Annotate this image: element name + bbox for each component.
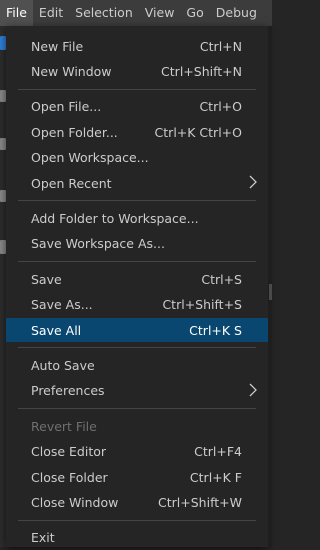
menu-item-shortcut: Ctrl+Shift+N — [161, 63, 242, 79]
menubar-file[interactable]: File — [0, 0, 33, 26]
menu-item-label: Save — [31, 271, 62, 287]
menu-item-shortcut: Ctrl+K S — [189, 322, 242, 338]
menu-item-open-recent[interactable]: Open Recent — [6, 171, 268, 195]
menu-item-revert-file: Revert File — [6, 414, 268, 438]
menu-item-label: New Window — [31, 63, 112, 79]
chevron-right-icon — [249, 175, 257, 189]
menu-item-shortcut: Ctrl+S — [201, 271, 242, 287]
menu-item-label: Close Folder — [31, 469, 108, 485]
menubar-go[interactable]: Go — [180, 0, 209, 26]
menu-item-label: Open Folder... — [31, 124, 118, 140]
menu-item-label: Exit — [31, 530, 55, 546]
menu-item-label: Open Recent — [31, 175, 112, 191]
menu-item-label: Save Workspace As... — [31, 236, 165, 252]
menu-item-open-folder[interactable]: Open Folder... Ctrl+K Ctrl+O — [6, 120, 268, 144]
menu-item-add-folder-to-workspace[interactable]: Add Folder to Workspace... — [6, 206, 268, 230]
scrollbar-thumb[interactable] — [269, 284, 272, 300]
menu-item-close-folder[interactable]: Close Folder Ctrl+K F — [6, 465, 268, 489]
menu-item-shortcut: Ctrl+Shift+S — [162, 297, 242, 313]
menu-item-shortcut: Ctrl+O — [199, 99, 242, 115]
menu-item-label: Close Window — [31, 494, 119, 510]
menu-item-new-file[interactable]: New File Ctrl+N — [6, 34, 268, 58]
menubar-edit[interactable]: Edit — [33, 0, 69, 26]
menu-item-label: New File — [31, 38, 84, 54]
menu-item-label: Open File... — [31, 99, 102, 115]
menu-item-shortcut: Ctrl+Shift+W — [158, 494, 242, 510]
menu-separator — [18, 408, 256, 410]
menubar-view[interactable]: View — [139, 0, 181, 26]
file-menu-dropdown: New File Ctrl+N New Window Ctrl+Shift+N Open… — [6, 26, 268, 547]
menu-item-shortcut: Ctrl+K Ctrl+O — [154, 124, 242, 140]
menu-item-preferences[interactable]: Preferences — [6, 379, 268, 403]
menu-separator — [18, 261, 256, 263]
menu-item-save-all[interactable]: Save All Ctrl+K S — [6, 318, 268, 342]
menu-item-label: Add Folder to Workspace... — [31, 210, 199, 226]
menu-item-shortcut: Ctrl+K F — [189, 469, 242, 485]
menu-item-save-as[interactable]: Save As... Ctrl+Shift+S — [6, 293, 268, 317]
chevron-right-icon — [249, 383, 257, 397]
menu-item-label: Save All — [31, 322, 82, 338]
menu-item-label: Preferences — [31, 383, 105, 399]
menu-item-shortcut: Ctrl+F4 — [194, 444, 242, 460]
menu-item-save[interactable]: Save Ctrl+S — [6, 267, 268, 291]
menu-separator — [18, 347, 256, 349]
menu-item-shortcut: Ctrl+N — [199, 38, 242, 54]
menu-item-close-window[interactable]: Close Window Ctrl+Shift+W — [6, 490, 268, 514]
menu-item-open-workspace[interactable]: Open Workspace... — [6, 146, 268, 170]
menu-item-auto-save[interactable]: Auto Save — [6, 353, 268, 377]
menubar-debug[interactable]: Debug — [210, 0, 263, 26]
menu-separator — [18, 200, 256, 202]
menu-item-label: Open Workspace... — [31, 150, 149, 166]
menu-item-open-file[interactable]: Open File... Ctrl+O — [6, 95, 268, 119]
menu-item-new-window[interactable]: New Window Ctrl+Shift+N — [6, 59, 268, 83]
menu-item-label: Close Editor — [31, 444, 107, 460]
menu-item-exit[interactable]: Exit — [6, 526, 268, 550]
menubar-selection[interactable]: Selection — [69, 0, 139, 26]
menu-separator — [18, 88, 256, 90]
menu-item-close-editor[interactable]: Close Editor Ctrl+F4 — [6, 440, 268, 464]
menu-separator — [18, 519, 256, 521]
menu-item-label: Auto Save — [31, 357, 95, 373]
menu-item-save-workspace-as[interactable]: Save Workspace As... — [6, 232, 268, 256]
menu-item-label: Revert File — [31, 418, 97, 434]
menu-item-label: Save As... — [31, 297, 93, 313]
menu-bar: File Edit Selection View Go Debug — [0, 0, 272, 26]
